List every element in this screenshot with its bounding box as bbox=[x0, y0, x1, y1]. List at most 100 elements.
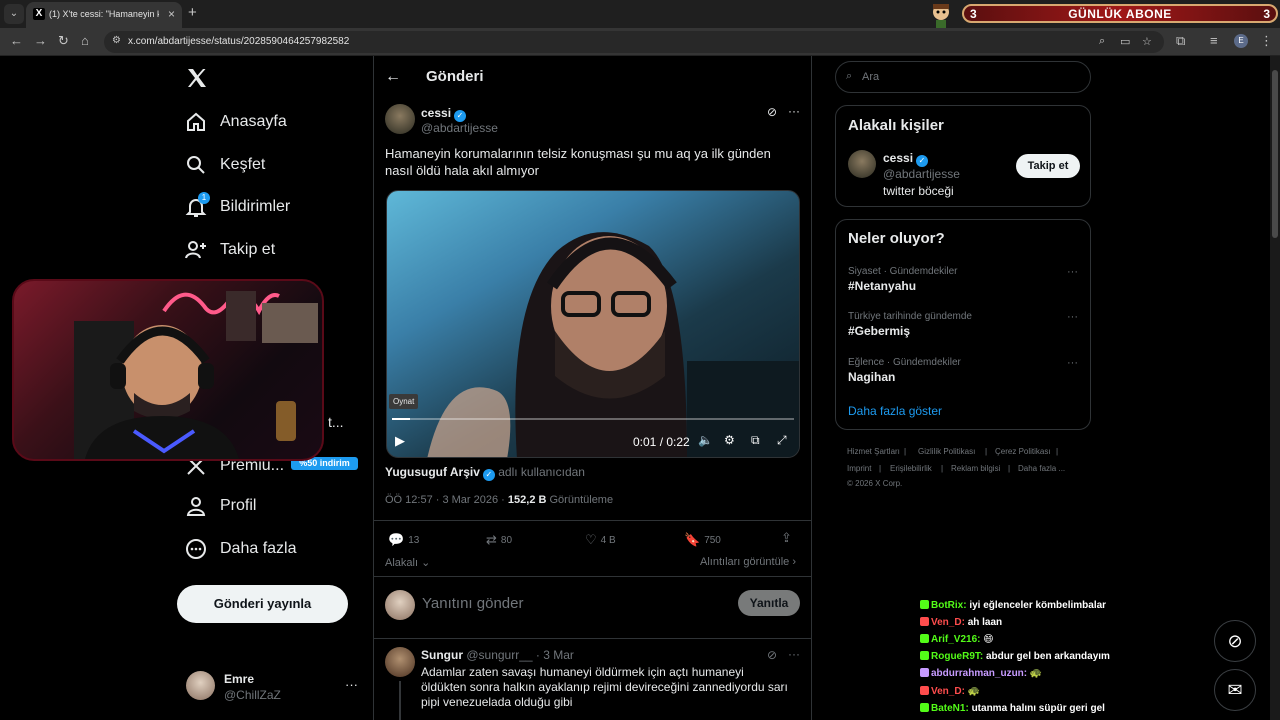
comment-author[interactable]: Sungur bbox=[421, 648, 463, 662]
chat-username[interactable]: BotRix: bbox=[931, 600, 969, 611]
reply-stat[interactable]: 💬 13 bbox=[388, 532, 419, 548]
trend-name[interactable]: #Netanyahu bbox=[848, 279, 916, 293]
footer-link[interactable]: Reklam bilgisi bbox=[951, 464, 1000, 473]
nav-item-more[interactable]: Daha fazla bbox=[185, 534, 297, 564]
repost-stat[interactable]: ⇄ 80 bbox=[486, 532, 512, 548]
related-name[interactable]: cessi ✓ bbox=[883, 151, 929, 167]
forward-icon[interactable]: → bbox=[34, 33, 47, 48]
tab-close-icon[interactable]: × bbox=[168, 7, 175, 21]
messages-fab-icon[interactable]: ✉ bbox=[1214, 669, 1256, 711]
reply-button[interactable]: Yanıtla bbox=[738, 590, 800, 616]
back-arrow-icon[interactable]: ← bbox=[385, 68, 401, 86]
browser-profile-avatar[interactable]: E bbox=[1234, 34, 1248, 48]
trend-more-icon[interactable]: ··· bbox=[1067, 266, 1078, 278]
nav-item-home[interactable]: Anasayfa bbox=[185, 107, 287, 137]
chat-badge-icon bbox=[920, 686, 929, 695]
footer-link[interactable]: Gizlilik Politikası bbox=[918, 447, 975, 456]
author-name[interactable]: cessi ✓ bbox=[421, 106, 467, 122]
follow-button[interactable]: Takip et bbox=[1016, 154, 1080, 178]
bookmark-stat[interactable]: 🔖 750 bbox=[684, 532, 721, 548]
divider bbox=[373, 520, 812, 521]
nav-item-follow[interactable]: Takip et bbox=[185, 235, 275, 265]
related-handle[interactable]: @abdartijesse bbox=[883, 167, 960, 181]
home-icon[interactable]: ⌂ bbox=[81, 33, 89, 48]
footer-link[interactable]: | bbox=[1008, 464, 1010, 473]
footer-link[interactable]: | bbox=[879, 464, 881, 473]
trend-name[interactable]: #Gebermiş bbox=[848, 324, 910, 338]
post-more-icon[interactable]: ··· bbox=[788, 104, 800, 118]
footer-link[interactable]: Hizmet Şartları bbox=[847, 447, 900, 456]
grok-icon[interactable]: ⊘ bbox=[767, 105, 777, 119]
video-progress-bar[interactable] bbox=[392, 418, 794, 420]
nav-label-follow: Takip et bbox=[220, 241, 276, 258]
volume-icon[interactable]: 🔈 bbox=[698, 433, 713, 447]
footer-link[interactable]: | bbox=[985, 447, 987, 456]
chat-username[interactable]: abdurrahman_uzun: bbox=[931, 668, 1030, 679]
video-settings-icon[interactable]: ⚙ bbox=[724, 433, 735, 447]
sort-relevant-dropdown[interactable]: Alakalı ⌄ bbox=[385, 556, 430, 569]
chat-username[interactable]: BateN1: bbox=[931, 703, 972, 714]
extensions-icon[interactable]: ⧉ bbox=[1176, 33, 1185, 49]
account-avatar[interactable] bbox=[186, 671, 215, 700]
chat-username[interactable]: Arif_V216: bbox=[931, 634, 983, 645]
like-stat[interactable]: ♡ 4 B bbox=[585, 532, 616, 548]
trend-more-icon[interactable]: ··· bbox=[1067, 311, 1078, 323]
reply-input[interactable]: Yanıtını gönder bbox=[422, 595, 523, 612]
view-quotes-link[interactable]: Alıntıları görüntüle › bbox=[700, 556, 796, 568]
footer-link[interactable]: Çerez Politikası bbox=[995, 447, 1051, 456]
reload-icon[interactable]: ↻ bbox=[58, 33, 69, 49]
chat-username[interactable]: Ven_D: bbox=[931, 617, 968, 628]
streamer-mascot-icon bbox=[933, 4, 949, 28]
new-tab-button[interactable]: + bbox=[188, 4, 197, 21]
home-icon bbox=[187, 112, 205, 131]
grok-fab-icon[interactable]: ⊘ bbox=[1214, 620, 1256, 662]
footer-link[interactable]: | bbox=[1056, 447, 1058, 456]
footer-link[interactable]: Erişilebilirlik bbox=[890, 464, 932, 473]
comment-grok-icon[interactable]: ⊘ bbox=[767, 648, 777, 662]
fullscreen-icon[interactable]: ⤢ bbox=[777, 433, 787, 448]
video-source-name[interactable]: Yugusuguf Arşiv bbox=[385, 465, 480, 479]
nav-item-notifications[interactable]: 1 Bildirimler bbox=[185, 192, 290, 222]
trends-card: Neler oluyor? Siyaset · Gündemdekiler #N… bbox=[835, 219, 1091, 430]
trend-name[interactable]: Nagihan bbox=[848, 370, 895, 384]
search-input[interactable]: ⌕ Ara bbox=[835, 61, 1091, 93]
play-icon[interactable]: ▶ bbox=[395, 433, 405, 449]
scrollbar-thumb[interactable] bbox=[1272, 70, 1278, 238]
address-bar[interactable]: ⚙ x.com/abdartijesse/status/202859046425… bbox=[104, 31, 1164, 53]
author-handle[interactable]: @abdartijesse bbox=[421, 121, 498, 135]
account-menu-icon[interactable]: ··· bbox=[345, 677, 358, 692]
x-favicon-icon: X bbox=[33, 8, 45, 20]
footer-link[interactable]: | bbox=[904, 447, 906, 456]
site-info-icon[interactable]: ⚙ bbox=[112, 35, 121, 46]
footer-link[interactable]: Daha fazla ... bbox=[1018, 464, 1065, 473]
chat-text: utanma halını süpür geri gel bbox=[971, 703, 1105, 714]
footer-link[interactable]: Imprint bbox=[847, 464, 871, 473]
bookmark-star-icon[interactable]: ☆ bbox=[1142, 35, 1152, 48]
back-icon[interactable]: ← bbox=[10, 33, 23, 48]
picture-in-picture-icon[interactable]: ⧉ bbox=[751, 433, 760, 448]
footer-link[interactable]: | bbox=[941, 464, 943, 473]
page-scrollbar[interactable] bbox=[1270, 56, 1280, 720]
post-timestamp[interactable]: ÖÖ 12:57 · 3 Mar 2026 · bbox=[385, 494, 505, 506]
trend-more-icon[interactable]: ··· bbox=[1067, 357, 1078, 369]
chat-badge-icon bbox=[920, 703, 929, 712]
show-more-link[interactable]: Daha fazla göster bbox=[848, 404, 942, 418]
tab-search-button[interactable]: ⌄ bbox=[4, 4, 24, 24]
x-logo-icon[interactable] bbox=[185, 66, 209, 90]
comment-avatar[interactable] bbox=[385, 647, 415, 677]
zoom-icon[interactable]: ⌕ bbox=[1099, 35, 1105, 48]
nav-item-profile[interactable]: Profil bbox=[185, 491, 256, 521]
chat-username[interactable]: Ven_D: bbox=[931, 686, 968, 697]
browser-tab[interactable]: X (1) X'te cessi: "Hamaneyin korumaların… bbox=[26, 2, 182, 28]
author-avatar[interactable] bbox=[385, 104, 415, 134]
related-avatar[interactable] bbox=[848, 150, 876, 178]
share-icon[interactable]: ⇪ bbox=[781, 530, 792, 546]
comment-more-icon[interactable]: ··· bbox=[788, 647, 800, 661]
chat-text: abdur gel ben arkandayım bbox=[986, 651, 1110, 662]
media-icon[interactable]: ≡ bbox=[1210, 33, 1218, 48]
post-button[interactable]: Gönderi yayınla bbox=[177, 585, 348, 623]
nav-item-explore[interactable]: Keşfet bbox=[185, 150, 265, 180]
chat-username[interactable]: RogueR9T: bbox=[931, 651, 986, 662]
browser-menu-icon[interactable]: ⋮ bbox=[1260, 33, 1273, 49]
install-app-icon[interactable]: ▭ bbox=[1120, 35, 1130, 48]
